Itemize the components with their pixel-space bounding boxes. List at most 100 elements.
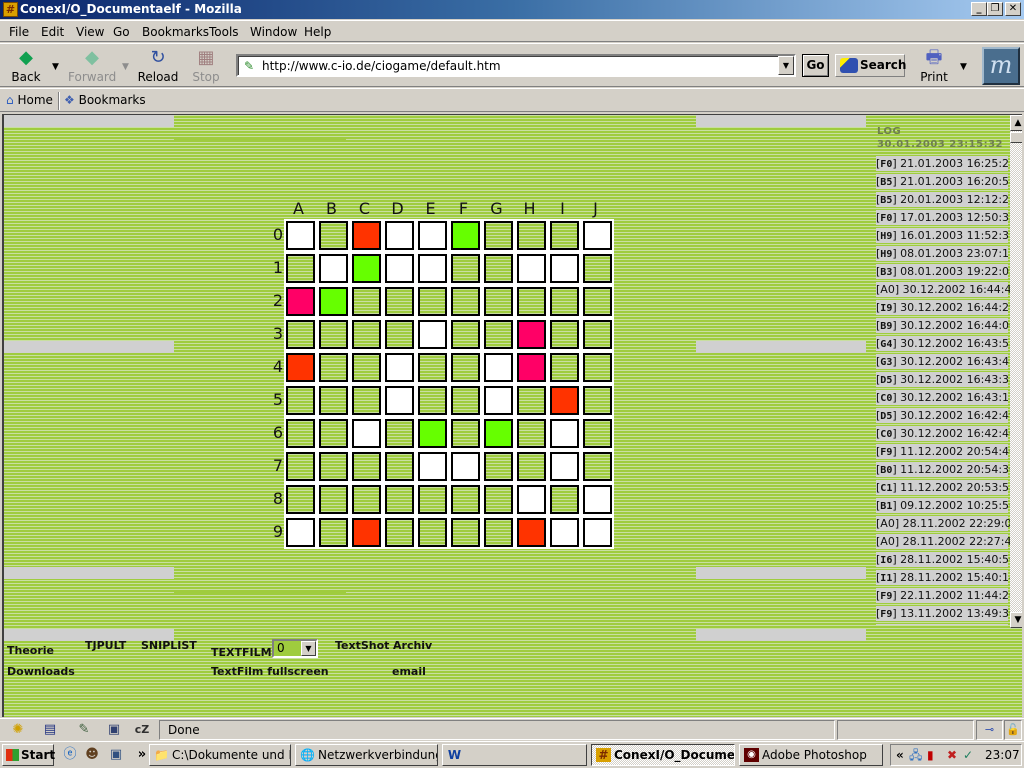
board-cell-B2[interactable] bbox=[317, 285, 350, 318]
log-entry[interactable]: [B0] 11.12.2002 20:54:30 bbox=[876, 462, 1010, 477]
log-entry[interactable]: [I6] 28.11.2002 15:40:50 bbox=[876, 552, 1010, 567]
log-entry[interactable]: [A0] 30.12.2002 16:44:44 bbox=[876, 282, 1010, 297]
log-entry[interactable]: [I9] 30.12.2002 16:44:29 bbox=[876, 300, 1010, 315]
log-entry[interactable]: [B3] 08.01.2003 19:22:02 bbox=[876, 264, 1010, 279]
log-entry[interactable]: [B9] 30.12.2002 16:44:06 bbox=[876, 318, 1010, 333]
print-button[interactable]: 🖶 Print bbox=[912, 46, 956, 86]
board-cell-E5[interactable] bbox=[416, 384, 449, 417]
board-cell-A2[interactable] bbox=[284, 285, 317, 318]
forward-button[interactable]: ◆ Forward bbox=[68, 46, 116, 86]
board-cell-J3[interactable] bbox=[581, 318, 614, 351]
board-cell-C3[interactable] bbox=[350, 318, 383, 351]
board-cell-E3[interactable] bbox=[416, 318, 449, 351]
board-cell-E6[interactable] bbox=[416, 417, 449, 450]
board-cell-C7[interactable] bbox=[350, 450, 383, 483]
reload-button[interactable]: ↻ Reload bbox=[136, 46, 180, 86]
menu-help[interactable]: Help bbox=[304, 25, 331, 39]
link-tjpult[interactable]: TJPULT bbox=[85, 639, 126, 652]
board-cell-E4[interactable] bbox=[416, 351, 449, 384]
board-cell-F4[interactable] bbox=[449, 351, 482, 384]
board-cell-F7[interactable] bbox=[449, 450, 482, 483]
board-cell-H8[interactable] bbox=[515, 483, 548, 516]
link-textshot[interactable]: TextShot bbox=[335, 639, 389, 652]
board-cell-A1[interactable] bbox=[284, 252, 317, 285]
board-cell-B4[interactable] bbox=[317, 351, 350, 384]
home-button[interactable]: ⌂ Home bbox=[6, 93, 53, 107]
board-cell-E0[interactable] bbox=[416, 219, 449, 252]
board-cell-D1[interactable] bbox=[383, 252, 416, 285]
board-cell-G3[interactable] bbox=[482, 318, 515, 351]
board-cell-F9[interactable] bbox=[449, 516, 482, 549]
board-cell-D3[interactable] bbox=[383, 318, 416, 351]
board-cell-H9[interactable] bbox=[515, 516, 548, 549]
board-cell-I8[interactable] bbox=[548, 483, 581, 516]
board-cell-D5[interactable] bbox=[383, 384, 416, 417]
board-cell-C6[interactable] bbox=[350, 417, 383, 450]
textfilm-select[interactable]: 0 ▼ bbox=[272, 639, 318, 658]
log-entry[interactable]: [H9] 16.01.2003 11:52:37 bbox=[876, 228, 1010, 243]
link-textfilm[interactable]: TEXTFILM bbox=[211, 646, 272, 659]
wireless-tray-icon[interactable]: ✓ bbox=[963, 745, 973, 765]
board-cell-E9[interactable] bbox=[416, 516, 449, 549]
forward-dropdown-icon[interactable]: ▼ bbox=[122, 62, 129, 72]
security-lock-icon[interactable]: 🔓 bbox=[1004, 720, 1022, 740]
board-cell-A7[interactable] bbox=[284, 450, 317, 483]
board-cell-F1[interactable] bbox=[449, 252, 482, 285]
board-cell-C4[interactable] bbox=[350, 351, 383, 384]
link-email[interactable]: email bbox=[392, 665, 426, 678]
board-cell-E8[interactable] bbox=[416, 483, 449, 516]
board-cell-H0[interactable] bbox=[515, 219, 548, 252]
board-cell-D8[interactable] bbox=[383, 483, 416, 516]
board-cell-F0[interactable] bbox=[449, 219, 482, 252]
search-button[interactable]: Search bbox=[835, 54, 906, 77]
log-entry[interactable]: [C0] 30.12.2002 16:43:17 bbox=[876, 390, 1010, 405]
board-cell-F3[interactable] bbox=[449, 318, 482, 351]
board-cell-I3[interactable] bbox=[548, 318, 581, 351]
go-button[interactable]: Go bbox=[802, 54, 829, 77]
board-cell-G7[interactable] bbox=[482, 450, 515, 483]
board-cell-E7[interactable] bbox=[416, 450, 449, 483]
log-entry[interactable]: [F9] 11.12.2002 20:54:46 bbox=[876, 444, 1010, 459]
board-cell-A0[interactable] bbox=[284, 219, 317, 252]
taskbar-item-word[interactable]: W bbox=[442, 744, 587, 766]
restore-button[interactable]: ❐ bbox=[987, 2, 1003, 16]
board-cell-J0[interactable] bbox=[581, 219, 614, 252]
board-cell-B9[interactable] bbox=[317, 516, 350, 549]
board-cell-J1[interactable] bbox=[581, 252, 614, 285]
log-entry[interactable]: [D5] 30.12.2002 16:43:35 bbox=[876, 372, 1010, 387]
board-cell-I1[interactable] bbox=[548, 252, 581, 285]
board-cell-A4[interactable] bbox=[284, 351, 317, 384]
board-cell-G0[interactable] bbox=[482, 219, 515, 252]
board-cell-J7[interactable] bbox=[581, 450, 614, 483]
log-entry[interactable]: [A0] 13.11.2002 12:32:14 bbox=[876, 624, 1008, 625]
board-cell-J5[interactable] bbox=[581, 384, 614, 417]
board-cell-C8[interactable] bbox=[350, 483, 383, 516]
log-scrollbar[interactable]: ▲ ▼ bbox=[1010, 115, 1022, 628]
composer-icon[interactable]: ✎ bbox=[74, 722, 94, 738]
menu-window[interactable]: Window bbox=[250, 25, 297, 39]
board-cell-I0[interactable] bbox=[548, 219, 581, 252]
board-cell-C2[interactable] bbox=[350, 285, 383, 318]
board-cell-A9[interactable] bbox=[284, 516, 317, 549]
log-entry[interactable]: [G3] 30.12.2002 16:43:41 bbox=[876, 354, 1010, 369]
log-entry[interactable]: [A0] 28.11.2002 22:27:45 bbox=[876, 534, 1010, 549]
start-button[interactable]: Start bbox=[2, 744, 55, 766]
board-cell-C1[interactable] bbox=[350, 252, 383, 285]
back-button[interactable]: ◆ Back bbox=[4, 46, 48, 86]
taskbar-item-explorer[interactable]: 📁C:\Dokumente und Ei... bbox=[149, 744, 291, 766]
menu-file[interactable]: File bbox=[9, 25, 29, 39]
board-cell-I6[interactable] bbox=[548, 417, 581, 450]
board-cell-B5[interactable] bbox=[317, 384, 350, 417]
board-cell-C9[interactable] bbox=[350, 516, 383, 549]
log-entry[interactable]: [A0] 28.11.2002 22:29:01 bbox=[876, 516, 1010, 531]
board-cell-J4[interactable] bbox=[581, 351, 614, 384]
board-cell-B8[interactable] bbox=[317, 483, 350, 516]
board-cell-D0[interactable] bbox=[383, 219, 416, 252]
mozilla-throbber-logo[interactable]: m bbox=[982, 47, 1020, 85]
board-cell-D9[interactable] bbox=[383, 516, 416, 549]
board-cell-J8[interactable] bbox=[581, 483, 614, 516]
log-entry[interactable]: [F9] 22.11.2002 11:44:20 bbox=[876, 588, 1010, 603]
network-disconnected-icon[interactable]: ✖ bbox=[947, 745, 957, 765]
scroll-up-button[interactable]: ▲ bbox=[1010, 115, 1022, 131]
log-entry[interactable]: [G4] 30.12.2002 16:43:53 bbox=[876, 336, 1010, 351]
